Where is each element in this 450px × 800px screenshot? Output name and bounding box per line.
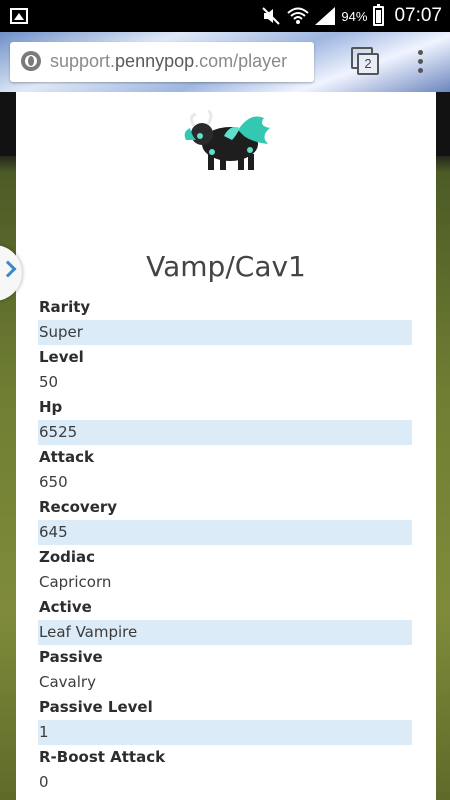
creature-image (184, 109, 270, 170)
stat-value-passive-level: 1 (38, 720, 412, 745)
stat-value-level: 50 (39, 373, 59, 391)
stat-label-rarity: Rarity (39, 298, 91, 316)
chevron-right-icon (0, 260, 17, 278)
stat-value-active: Leaf Vampire (38, 620, 412, 645)
stat-value-recovery: 645 (38, 520, 412, 545)
browser-toolbar: support.pennypop.com/player 2 (0, 32, 450, 92)
url-suffix: .com/player (194, 51, 288, 71)
image-icon (10, 8, 28, 24)
stat-label-active: Active (39, 598, 92, 616)
stats-list: Rarity Super Level 50 Hp 6525 Attack 650… (38, 295, 412, 795)
status-bar: 94% 07:07 (0, 0, 450, 32)
tab-count: 2 (357, 53, 379, 75)
stat-label-recovery: Recovery (39, 498, 118, 516)
stat-value-attack: 650 (39, 473, 68, 491)
unit-card: Vamp/Cav1 Rarity Super Level 50 Hp 6525 … (16, 92, 436, 800)
stat-label-passive: Passive (39, 648, 103, 666)
wifi-icon (287, 7, 310, 25)
stat-label-attack: Attack (39, 448, 94, 466)
tabs-button[interactable]: 2 (351, 47, 379, 75)
stat-label-passive-level: Passive Level (39, 698, 153, 716)
url-prefix: support. (50, 51, 116, 71)
signal-icon (315, 7, 336, 25)
stat-label-zodiac: Zodiac (39, 548, 96, 566)
url-text[interactable]: support.pennypop.com/player (50, 51, 287, 72)
page-title: Vamp/Cav1 (146, 250, 306, 283)
address-bar[interactable]: support.pennypop.com/player (10, 42, 314, 82)
url-host: pennypop (115, 51, 195, 71)
clock: 07:07 (394, 5, 442, 26)
stat-value-hp: 6525 (38, 420, 412, 445)
stat-value-r-boost-attack: 0 (39, 773, 49, 791)
mute-icon (261, 7, 281, 25)
stat-label-hp: Hp (39, 398, 63, 416)
battery-percentage: 94% (341, 8, 368, 24)
stat-label-r-boost-attack: R-Boost Attack (39, 748, 166, 766)
overflow-menu-icon[interactable] (412, 48, 428, 76)
stat-label-level: Level (39, 348, 84, 366)
globe-icon (21, 51, 41, 71)
stat-value-passive: Cavalry (39, 673, 96, 691)
battery-icon (373, 4, 385, 26)
status-icons: 94% 07:07 (261, 0, 442, 32)
stat-value-rarity: Super (38, 320, 412, 345)
stat-value-zodiac: Capricorn (39, 573, 112, 591)
